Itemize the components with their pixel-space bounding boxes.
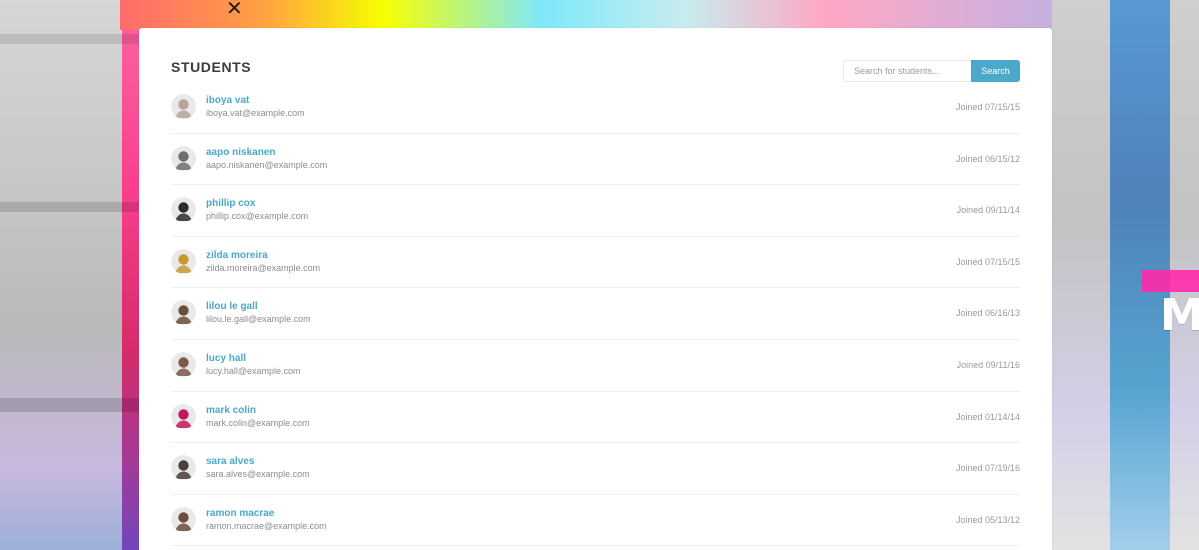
list-item[interactable]: zilda moreira zilda.moreira@example.com Jo… (171, 237, 1020, 289)
student-name-link[interactable]: mark colin (206, 405, 256, 416)
student-joined-date: Joined 07/15/15 (955, 256, 1020, 267)
student-name-link[interactable]: lilou le gall (206, 301, 258, 312)
student-email: lilou.le.gall@example.com (206, 314, 311, 325)
avatar (171, 351, 196, 377)
student-email: sara.alves@example.com (206, 469, 310, 480)
avatar (171, 248, 196, 274)
list-item[interactable]: lilou le gall lilou.le.gall@example.com Jo… (171, 288, 1020, 340)
student-name-link[interactable]: zilda moreira (206, 250, 268, 261)
student-joined-date: Joined 06/16/13 (955, 308, 1020, 319)
list-item[interactable]: iboya vat iboya.vat@example.com Joined 07/… (171, 82, 1020, 134)
background-top-band (120, 0, 1060, 30)
student-joined-date: Joined 09/11/16 (956, 359, 1020, 370)
student-name-link[interactable]: sara alves (206, 456, 254, 467)
list-item[interactable]: phillip cox phillip.cox@example.com Joined… (171, 185, 1020, 237)
student-email: lucy.hall@example.com (206, 365, 301, 376)
student-joined-date: Joined 09/11/14 (956, 205, 1020, 216)
student-email: ramon.macrae@example.com (206, 520, 327, 531)
students-list: iboya vat iboya.vat@example.com Joined 07/… (171, 82, 1020, 547)
student-name-link[interactable]: aapo niskanen (206, 147, 275, 158)
avatar (171, 197, 196, 223)
close-icon: ✕ (226, 0, 243, 20)
student-name-link[interactable]: phillip cox (206, 198, 255, 209)
search-button[interactable]: Search (971, 60, 1020, 82)
avatar (171, 300, 196, 326)
avatar (171, 94, 196, 119)
student-email: aapo.niskanen@example.com (206, 159, 328, 170)
avatar (171, 403, 196, 429)
list-item[interactable]: sara alves sara.alves@example.com Joined 0… (171, 443, 1020, 495)
student-name-link[interactable]: ramon macrae (206, 508, 274, 519)
student-joined-date: Joined 07/15/15 (955, 102, 1020, 112)
list-item[interactable]: lucy hall lucy.hall@example.com Joined 09/… (171, 340, 1020, 392)
student-email: mark.colin@example.com (206, 417, 310, 428)
list-item[interactable]: ramon macrae ramon.macrae@example.com Join… (171, 495, 1020, 547)
avatar (171, 506, 196, 532)
students-card: STUDENTS Search iboya vat iboya.vat@examp… (139, 28, 1052, 550)
avatar (171, 145, 196, 171)
background-ledges (0, 0, 140, 550)
student-name-link[interactable]: lucy hall (206, 353, 246, 364)
search-bar: Search (843, 60, 1020, 82)
student-joined-date: Joined 01/14/14 (955, 411, 1020, 422)
student-email: phillip.cox@example.com (206, 211, 309, 222)
student-email: zilda.moreira@example.com (206, 262, 321, 273)
avatar (171, 455, 196, 481)
student-joined-date: Joined 07/19/16 (955, 463, 1020, 474)
student-joined-date: Joined 05/13/12 (955, 514, 1020, 525)
student-name-link[interactable]: iboya vat (206, 95, 249, 106)
page-title: STUDENTS (171, 59, 252, 75)
list-item[interactable]: mark colin mark.colin@example.com Joined 0… (171, 392, 1020, 444)
background-right-pink (1142, 270, 1199, 292)
list-item[interactable]: aapo niskanen aapo.niskanen@example.com Jo… (171, 134, 1020, 186)
student-joined-date: Joined 06/15/12 (955, 153, 1020, 164)
student-email: iboya.vat@example.com (206, 108, 305, 118)
search-input[interactable] (843, 60, 971, 82)
background-letter: M (1160, 290, 1199, 341)
